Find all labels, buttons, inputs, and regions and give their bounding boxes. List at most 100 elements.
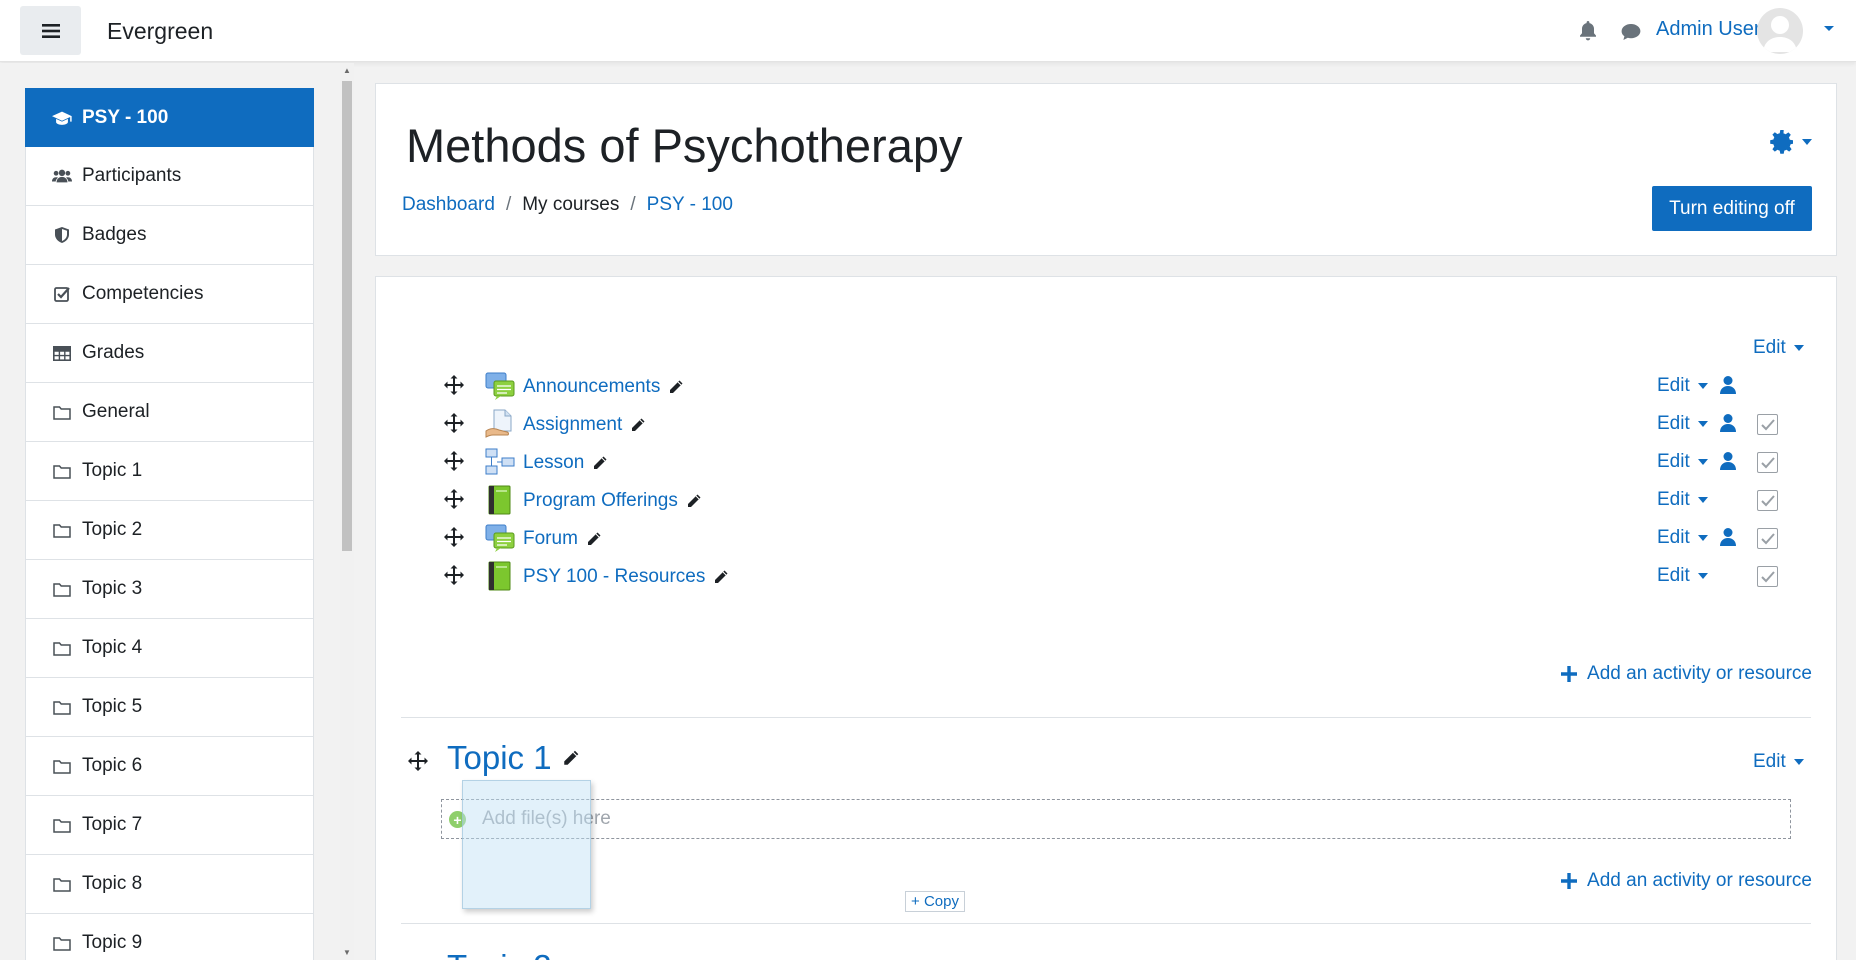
section-edit-menu[interactable]: Edit [1753, 751, 1804, 773]
add-activity-button[interactable]: Add an activity or resource [1561, 663, 1812, 685]
drawer-item-participants[interactable]: Participants [25, 147, 314, 206]
drawer-item-label: General [82, 401, 150, 422]
drawer-item-topic-5[interactable]: Topic 5 [25, 678, 314, 737]
move-icon[interactable] [444, 527, 464, 547]
activity-name: PSY 100 - Resources [523, 566, 706, 587]
activity-edit-menu[interactable]: Edit [1657, 375, 1708, 397]
users-icon [52, 168, 72, 184]
turn-editing-off-button[interactable]: Turn editing off [1652, 186, 1812, 231]
activity-link[interactable]: Assignment [523, 414, 646, 436]
forum-icon [485, 372, 515, 400]
table-icon [52, 345, 72, 361]
move-icon[interactable] [408, 751, 428, 771]
chevron-down-icon[interactable] [1823, 25, 1835, 33]
move-icon[interactable] [444, 375, 464, 395]
activity-edit-menu[interactable]: Edit [1657, 451, 1708, 473]
course-actions-menu[interactable] [1768, 128, 1812, 156]
activity-edit-menu[interactable]: Edit [1657, 527, 1708, 549]
pencil-icon[interactable] [630, 417, 646, 433]
user-role-icon[interactable] [1720, 375, 1736, 395]
activity-link[interactable]: Forum [523, 528, 602, 550]
folder-icon [52, 877, 72, 892]
drawer-item-grades[interactable]: Grades [25, 324, 314, 383]
drawer-item-topic-4[interactable]: Topic 4 [25, 619, 314, 678]
file-dropzone[interactable]: + Add file(s) here [441, 799, 1791, 839]
bell-icon[interactable] [1578, 20, 1598, 42]
move-icon[interactable] [444, 451, 464, 471]
book-icon [488, 485, 511, 515]
chevron-down-icon [1697, 535, 1708, 541]
drawer-item-label: Badges [82, 224, 147, 245]
user-role-icon[interactable] [1720, 413, 1736, 433]
chat-icon[interactable] [1620, 22, 1642, 42]
activity-link[interactable]: Program Offerings [523, 490, 702, 512]
activity-name: Announcements [523, 376, 661, 397]
page-header: Methods of Psychotherapy Dashboard / My … [375, 83, 1837, 256]
drawer-scrollbar[interactable]: ▲ ▼ [340, 63, 354, 960]
chevron-down-icon [1697, 383, 1708, 389]
drawer-item-topic-2[interactable]: Topic 2 [25, 501, 314, 560]
user-role-icon[interactable] [1720, 451, 1736, 471]
user-menu-name[interactable]: Admin User [1656, 18, 1760, 41]
completion-checkbox[interactable] [1757, 528, 1778, 549]
breadcrumb-course[interactable]: PSY - 100 [647, 194, 733, 216]
activity-edit-menu[interactable]: Edit [1657, 565, 1708, 587]
activity-edit-menu[interactable]: Edit [1657, 489, 1708, 511]
move-icon[interactable] [444, 489, 464, 509]
user-role-icon[interactable] [1720, 527, 1736, 547]
drawer-item-label: Competencies [82, 283, 204, 304]
activity-edit-label: Edit [1657, 375, 1690, 396]
drawer-item-label: Topic 2 [82, 519, 143, 540]
drawer-item-topic-8[interactable]: Topic 8 [25, 855, 314, 914]
drawer-item-competencies[interactable]: Competencies [25, 265, 314, 324]
completion-checkbox[interactable] [1757, 490, 1778, 511]
move-icon[interactable] [444, 413, 464, 433]
section-edit-menu[interactable]: Edit [1753, 337, 1804, 359]
drawer-item-course[interactable]: PSY - 100 [25, 88, 314, 147]
pencil-icon[interactable] [586, 531, 602, 547]
pencil-icon[interactable] [713, 569, 729, 585]
completion-checkbox[interactable] [1757, 452, 1778, 473]
folder-icon [52, 818, 72, 833]
activity-link[interactable]: PSY 100 - Resources [523, 566, 729, 588]
drawer-item-topic-9[interactable]: Topic 9 [25, 914, 314, 960]
drawer-toggle-button[interactable] [20, 6, 81, 55]
activity-link[interactable]: Lesson [523, 452, 608, 474]
scroll-down-arrow-icon[interactable]: ▼ [343, 948, 351, 957]
avatar[interactable] [1757, 8, 1803, 54]
move-icon[interactable] [444, 565, 464, 585]
breadcrumb-dashboard[interactable]: Dashboard [402, 194, 495, 216]
book-icon [488, 561, 511, 591]
drawer-item-topic-6[interactable]: Topic 6 [25, 737, 314, 796]
activity-link[interactable]: Announcements [523, 376, 684, 398]
activity-edit-menu[interactable]: Edit [1657, 413, 1708, 435]
pencil-icon[interactable] [668, 379, 684, 395]
folder-icon [52, 464, 72, 479]
drawer-item-badges[interactable]: Badges [25, 206, 314, 265]
section-title-topic-2[interactable]: Topic 2 [447, 948, 552, 960]
activity-name: Lesson [523, 452, 585, 473]
folder-icon [52, 936, 72, 951]
scroll-up-arrow-icon[interactable]: ▲ [343, 66, 351, 75]
drawer-item-label: Topic 7 [82, 814, 143, 835]
add-activity-button[interactable]: Add an activity or resource [1561, 870, 1812, 892]
scroll-thumb[interactable] [342, 81, 352, 551]
activity-edit-label: Edit [1657, 451, 1690, 472]
pencil-icon[interactable] [562, 749, 580, 767]
drawer-item-general[interactable]: General [25, 383, 314, 442]
completion-checkbox[interactable] [1757, 414, 1778, 435]
check-icon [1760, 532, 1775, 544]
drawer-item-topic-3[interactable]: Topic 3 [25, 560, 314, 619]
course-content: Edit Announcements Edit Assignment Edit [375, 276, 1837, 960]
hamburger-icon [41, 23, 60, 38]
plus-icon [1561, 873, 1578, 889]
pencil-icon[interactable] [592, 455, 608, 471]
section-divider [401, 923, 1811, 924]
pencil-icon[interactable] [686, 493, 702, 509]
drawer-item-topic-7[interactable]: Topic 7 [25, 796, 314, 855]
section-title-topic-1[interactable]: Topic 1 [447, 739, 580, 777]
site-name[interactable]: Evergreen [107, 18, 213, 45]
folder-icon [52, 641, 72, 656]
drawer-item-topic-1[interactable]: Topic 1 [25, 442, 314, 501]
completion-checkbox[interactable] [1757, 566, 1778, 587]
